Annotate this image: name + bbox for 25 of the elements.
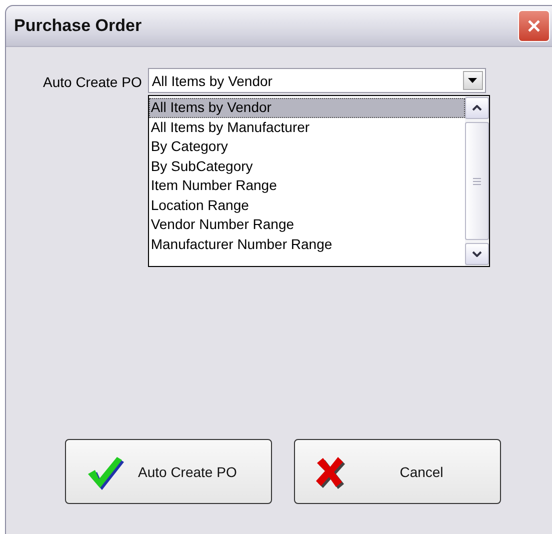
- scrollbar[interactable]: [464, 96, 489, 266]
- window-title: Purchase Order: [14, 16, 142, 36]
- create-button[interactable]: Auto Create PO: [65, 439, 272, 504]
- cross-mark-icon: [313, 454, 347, 488]
- dropdown-option[interactable]: By Category: [148, 137, 465, 156]
- caret-icon: [468, 78, 478, 83]
- grip-icon: [472, 178, 481, 184]
- scroll-thumb[interactable]: [464, 122, 489, 240]
- dropdown-option[interactable]: Manufacturer Number Range: [148, 234, 465, 254]
- dropdown-arrow-button[interactable]: [462, 71, 483, 90]
- dropdown-option[interactable]: By SubCategory: [148, 156, 465, 176]
- field-label: Auto Create PO: [43, 74, 142, 90]
- scroll-down-button[interactable]: [464, 243, 489, 265]
- dropdown-option[interactable]: Vendor Number Range: [148, 215, 465, 234]
- dropdown-option[interactable]: All Items by Manufacturer: [148, 118, 465, 137]
- chevron-down-icon: [472, 251, 482, 257]
- chevron-up-icon: [472, 105, 482, 111]
- scroll-up-button[interactable]: [464, 97, 489, 119]
- dropdown-field[interactable]: All Items by Vendor: [148, 68, 486, 93]
- dropdown-option[interactable]: All Items by Vendor: [148, 98, 465, 118]
- dropdown-option[interactable]: Location Range: [148, 196, 465, 215]
- cancel-button[interactable]: Cancel: [294, 439, 501, 504]
- dropdown-option[interactable]: Item Number Range: [148, 176, 465, 196]
- close-button[interactable]: [518, 10, 550, 42]
- close-icon: [527, 19, 541, 33]
